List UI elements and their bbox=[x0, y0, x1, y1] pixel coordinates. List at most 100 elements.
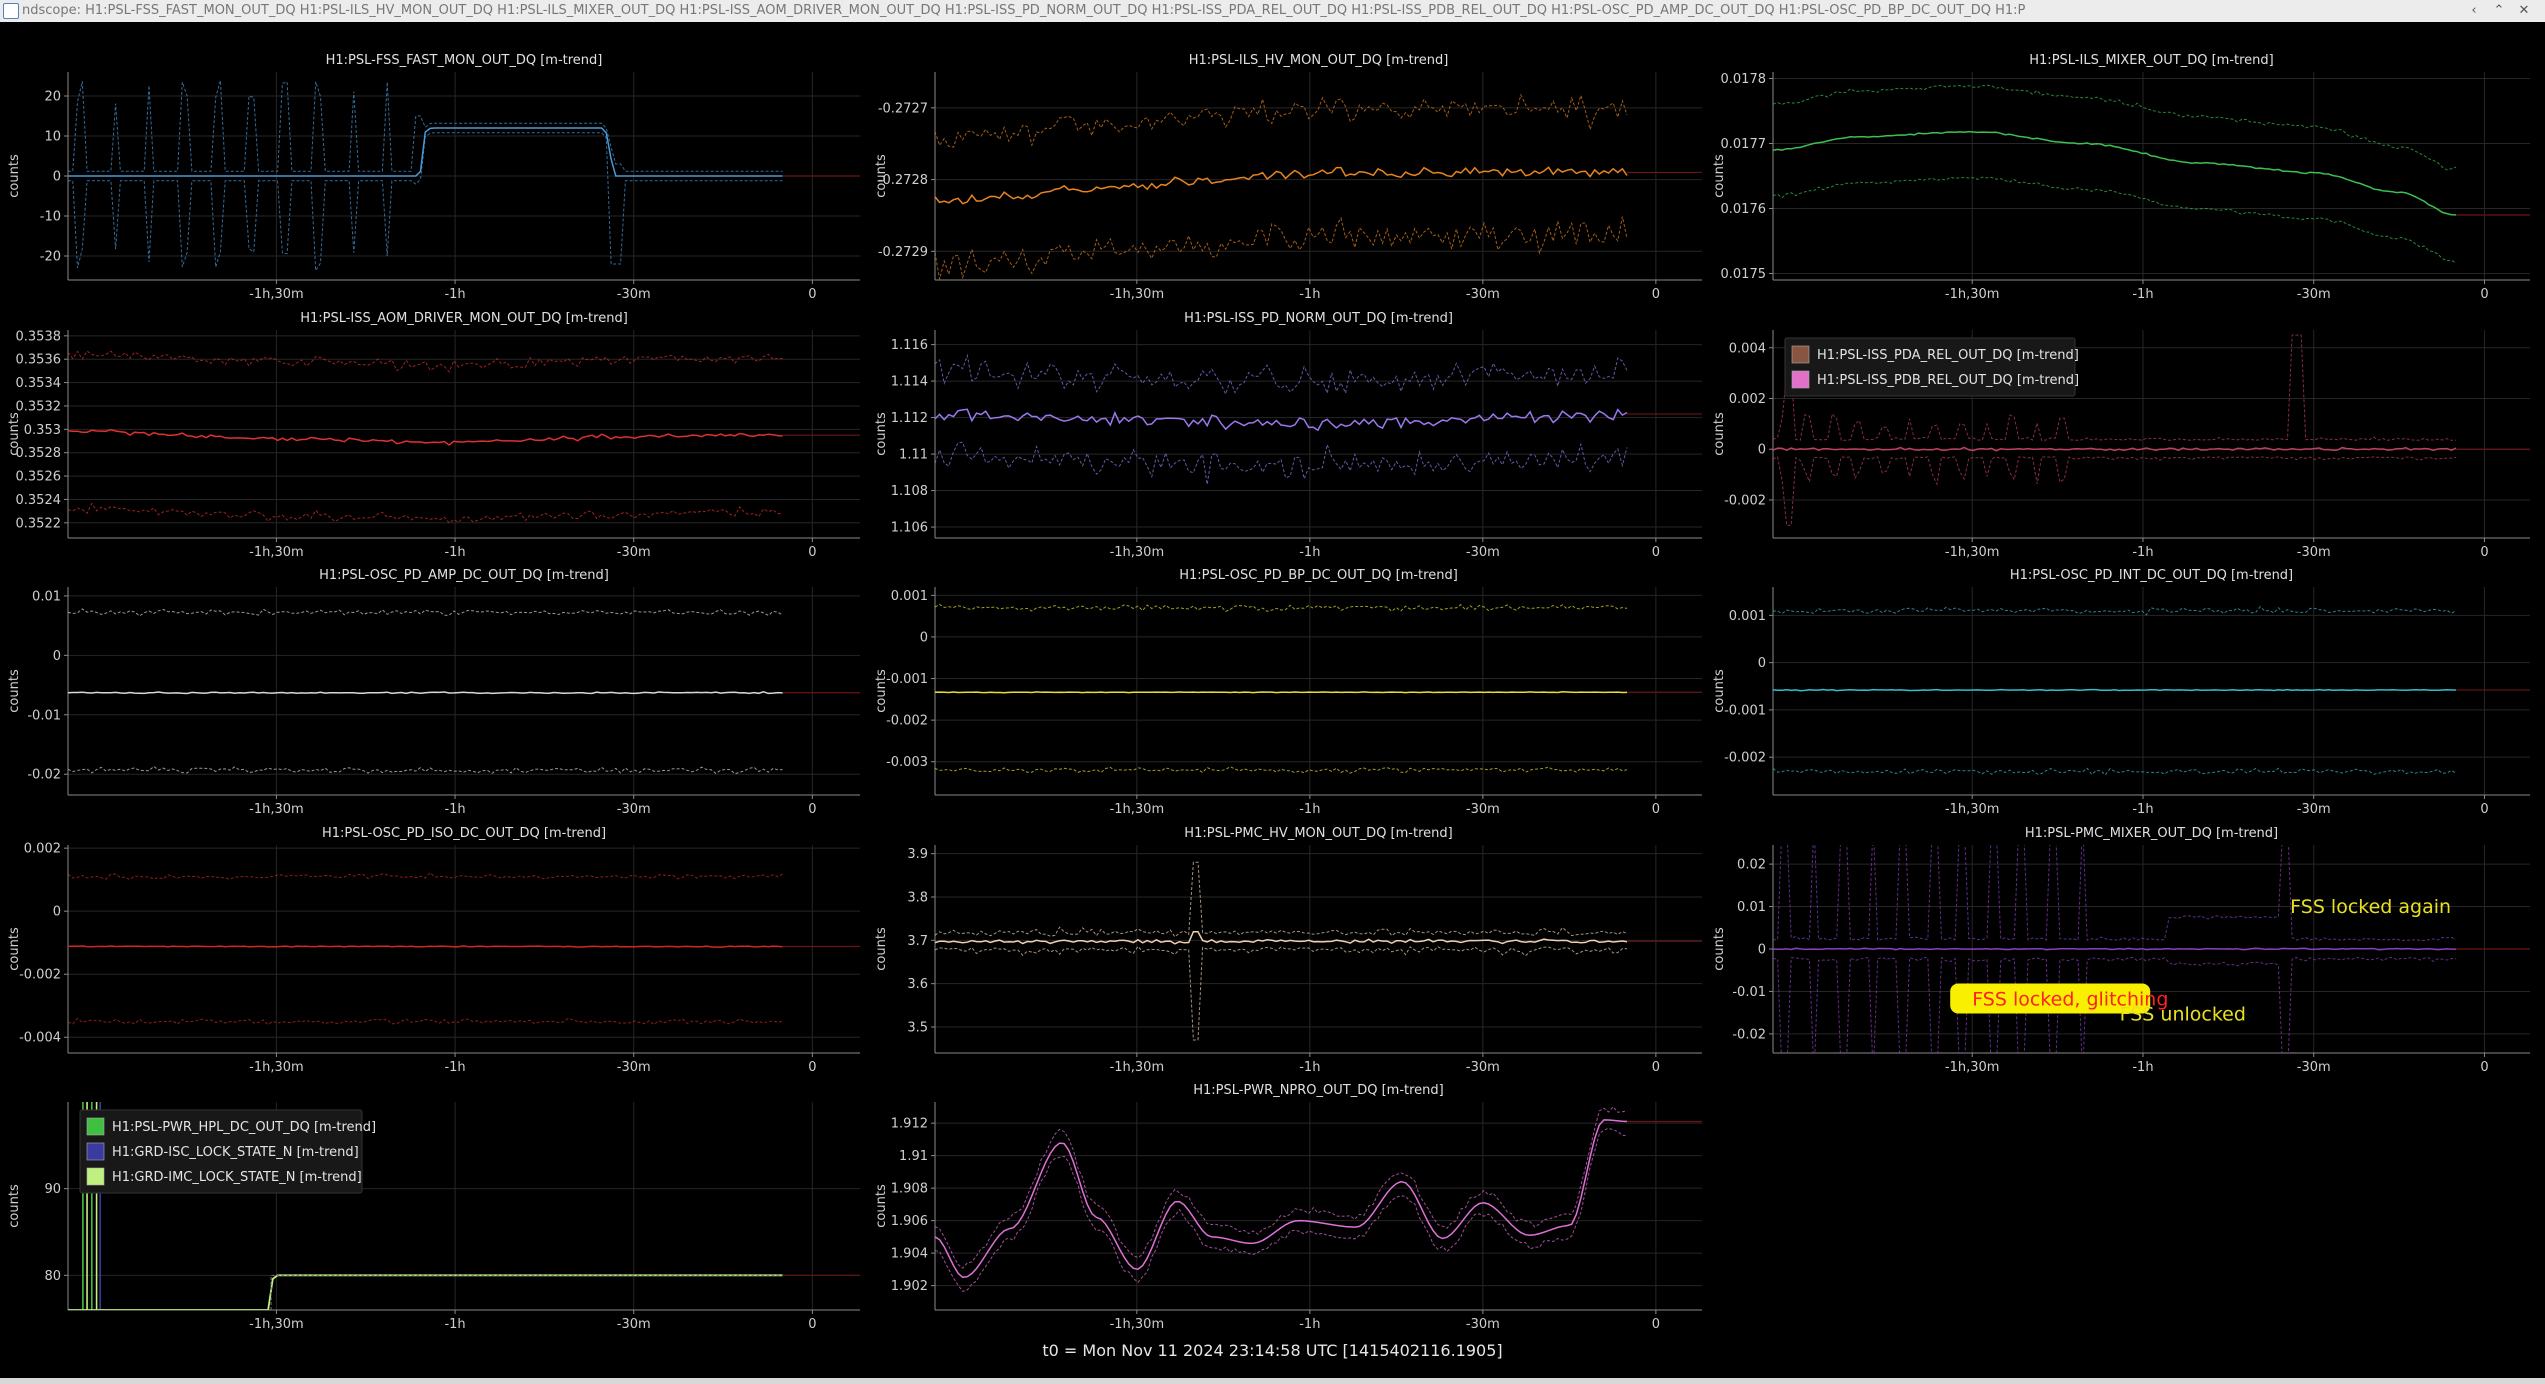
y-tick-label: 1.112 bbox=[891, 411, 928, 426]
chart-panel-8[interactable]: -1h,30m -1h -30m 0 -0.003 -0.002 -0.001 0 0.001 H… bbox=[874, 568, 1702, 817]
chart-panel-2[interactable]: -1h,30m -1h -30m 0-0.2729-0.2728-0.2727H1:P… bbox=[874, 53, 1702, 302]
y-axis-label: counts bbox=[1712, 927, 1727, 971]
chart-panel-7[interactable]: -1h,30m -1h -30m 0 -0.02 -0.01 0 0.01 H1:PSL-OSC… bbox=[7, 568, 860, 817]
series-band bbox=[270, 1274, 783, 1310]
chart-panel-3[interactable]: -1h,30m -1h -30m 0 0.0175 0.0176 0.0177 0.0178 H… bbox=[1712, 53, 2530, 302]
chart-panel-11[interactable]: -1h,30m -1h -30m 0 3.5 3.6 3.7 3.8 3.9 H1:PSL-PMC… bbox=[874, 826, 1702, 1075]
y-tick-label: 0.3522 bbox=[16, 516, 62, 531]
legend-entry-label: H1:PSL-PWR_HPL_DC_OUT_DQ [m-trend] bbox=[112, 1120, 376, 1135]
series-mean-line bbox=[935, 1119, 1628, 1279]
y-tick-label: 0.01 bbox=[32, 589, 61, 604]
close-icon[interactable]: ✕ bbox=[2513, 0, 2535, 22]
y-tick-label: 0.0178 bbox=[1721, 72, 1767, 87]
plot-traces bbox=[935, 603, 1702, 774]
series-line bbox=[68, 1274, 783, 1310]
plot-area[interactable]: -1h,30m -1h -30m 0 -20 -10 0 10 20 H1:PSL-FSS_FAS… bbox=[0, 22, 2545, 1362]
chart-title: H1:PSL-FSS_FAST_MON_OUT_DQ [m-trend] bbox=[326, 53, 603, 68]
y-tick-label: 1.11 bbox=[899, 448, 928, 463]
status-bar bbox=[0, 1378, 2545, 1384]
y-tick-label: 1.904 bbox=[891, 1247, 928, 1262]
y-tick-label: 90 bbox=[44, 1182, 61, 1197]
x-tick-label: -30m bbox=[2297, 545, 2331, 560]
chart-title: H1:PSL-PMC_MIXER_OUT_DQ [m-trend] bbox=[2025, 826, 2278, 841]
x-tick-label: -30m bbox=[617, 545, 651, 560]
chart-panel-4[interactable]: -1h,30m -1h -30m 0 0.3522 0.3524 0.3526 0.3528 0… bbox=[7, 311, 860, 560]
chart-panel-9[interactable]: -1h,30m -1h -30m 0 -0.002 -0.001 0 0.001 H1:PSL-… bbox=[1712, 568, 2530, 817]
chart-panel-14[interactable]: -1h,30m -1h -30m 0 1.902 1.904 1.906 1.908 1.91 1… bbox=[874, 1083, 1702, 1332]
y-tick-label: -0.02 bbox=[1732, 1027, 1766, 1042]
series-mean-line bbox=[935, 691, 1628, 694]
series-min-band bbox=[68, 132, 783, 273]
window-title: ndscope: H1:PSL-FSS_FAST_MON_OUT_DQ H1:P… bbox=[22, 3, 2026, 18]
chart-legend[interactable]: H1:PSL-ISS_PDA_REL_OUT_DQ [m-trend] H1:PS… bbox=[1784, 337, 2079, 397]
x-tick-label: -30m bbox=[617, 802, 651, 817]
y-tick-label: 1.91 bbox=[899, 1149, 928, 1164]
series-min-band bbox=[68, 502, 783, 524]
y-tick-label: 0.3524 bbox=[16, 493, 62, 508]
y-tick-label: 0 bbox=[1758, 656, 1766, 671]
x-tick-label: -1h,30m bbox=[1110, 287, 1165, 302]
y-tick-label: 0.3526 bbox=[16, 470, 62, 485]
x-tick-label: -30m bbox=[617, 1060, 651, 1075]
x-tick-label: 0 bbox=[1652, 545, 1660, 560]
x-tick-label: -1h,30m bbox=[249, 287, 304, 302]
y-axis-label: counts bbox=[7, 1184, 22, 1228]
plot-traces bbox=[68, 80, 860, 273]
x-tick-label: 0 bbox=[2480, 1060, 2488, 1075]
chart-title: H1:PSL-ISS_PD_NORM_OUT_DQ [m-trend] bbox=[1184, 311, 1453, 326]
y-tick-label: -0.002 bbox=[19, 968, 61, 983]
series-max-band bbox=[68, 608, 783, 617]
app-icon bbox=[3, 3, 19, 19]
y-axis-label: counts bbox=[874, 669, 889, 713]
y-tick-label: 1.908 bbox=[891, 1182, 928, 1197]
y-tick-label: 3.7 bbox=[907, 934, 928, 949]
y-axis-label: counts bbox=[1712, 154, 1727, 198]
chart-title: H1:PSL-ILS_MIXER_OUT_DQ [m-trend] bbox=[2029, 53, 2273, 68]
maximize-icon[interactable]: ⌃ bbox=[2488, 0, 2510, 22]
legend-entry-label: H1:GRD-ISC_LOCK_STATE_N [m-trend] bbox=[112, 1145, 359, 1160]
y-tick-label: 0.3528 bbox=[16, 446, 62, 461]
x-tick-label: -1h bbox=[2132, 802, 2153, 817]
chart-panel-12[interactable]: -1h,30m -1h -30m 0 -0.02 -0.01 0 0.01 0.02 H1:PSL… bbox=[1712, 822, 2530, 1077]
chart-panel-13[interactable]: -1h,30m -1h -30m 0 80 90 counts H1:PSL-PWR_HPL_… bbox=[7, 1102, 860, 1332]
x-tick-label: -1h bbox=[2132, 545, 2153, 560]
minimize-icon[interactable]: ‹ bbox=[2463, 0, 2485, 22]
chart-title: H1:PSL-ISS_AOM_DRIVER_MON_OUT_DQ [m-tren… bbox=[300, 311, 628, 326]
series-max-band bbox=[68, 872, 783, 881]
chart-panel-1[interactable]: -1h,30m -1h -30m 0 -20 -10 0 10 20 H1:PSL-FSS_FAS… bbox=[7, 53, 860, 302]
series-mean-line bbox=[1773, 130, 2457, 216]
series-min-band bbox=[935, 1127, 1628, 1292]
series-max-band bbox=[935, 861, 1628, 938]
x-tick-label: 0 bbox=[808, 802, 816, 817]
plot-traces bbox=[1773, 605, 2530, 776]
x-tick-label: 0 bbox=[2480, 545, 2488, 560]
x-tick-label: -1h bbox=[1299, 1060, 1320, 1075]
x-tick-label: -1h bbox=[444, 1317, 465, 1332]
y-tick-label: 0.01 bbox=[1737, 900, 1766, 915]
chart-title: H1:PSL-PMC_HV_MON_OUT_DQ [m-trend] bbox=[1184, 826, 1452, 841]
y-axis-label: counts bbox=[874, 1184, 889, 1228]
chart-panel-6[interactable]: -1h,30m -1h -30m 0 -0.002 0 0.002 0.004 counts H1… bbox=[1712, 330, 2530, 560]
x-tick-label: -1h,30m bbox=[249, 802, 304, 817]
x-tick-label: 0 bbox=[1652, 802, 1660, 817]
legend-swatch bbox=[1791, 345, 1810, 364]
y-tick-label: 0.0176 bbox=[1721, 202, 1767, 217]
series-min-band bbox=[1773, 956, 2457, 1053]
x-tick-label: -30m bbox=[2297, 287, 2331, 302]
y-tick-label: 1.912 bbox=[891, 1117, 928, 1132]
y-tick-label: 0.001 bbox=[891, 589, 928, 604]
x-tick-label: -1h bbox=[1299, 287, 1320, 302]
y-tick-label: 0 bbox=[920, 630, 928, 645]
chart-legend[interactable]: H1:PSL-PWR_HPL_DC_OUT_DQ [m-trend] H1:GRD… bbox=[79, 1109, 376, 1194]
y-tick-label: 0.0175 bbox=[1721, 267, 1767, 282]
chart-panel-5[interactable]: -1h,30m -1h -30m 0 1.106 1.108 1.11 1.112 1.114 1… bbox=[874, 311, 1702, 560]
ndscope-plot-grid[interactable]: -1h,30m -1h -30m 0 -20 -10 0 10 20 H1:PSL-FSS_FAS… bbox=[0, 22, 2545, 1362]
x-tick-label: -30m bbox=[1466, 545, 1500, 560]
chart-panel-10[interactable]: -1h,30m -1h -30m 0 -0.004 -0.002 0 0.002 H1:PSL-… bbox=[7, 826, 860, 1075]
y-tick-label: 80 bbox=[44, 1269, 61, 1284]
x-tick-label: -1h bbox=[444, 287, 465, 302]
y-tick-label: 1.116 bbox=[891, 338, 928, 353]
x-tick-label: -30m bbox=[1466, 802, 1500, 817]
x-tick-label: -30m bbox=[1466, 287, 1500, 302]
y-tick-label: -0.01 bbox=[1732, 985, 1766, 1000]
